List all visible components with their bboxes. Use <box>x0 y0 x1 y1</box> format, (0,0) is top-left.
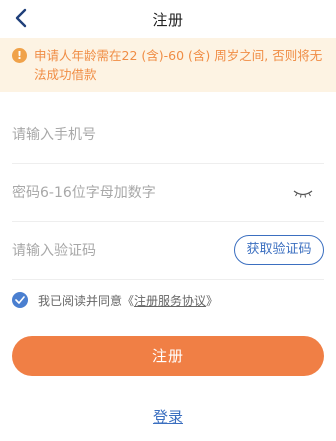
age-notice-banner: ! 申请人年龄需在22 (含)-60 (含) 周岁之间, 否则将无法成功借款 <box>0 38 336 92</box>
agreement-checkbox[interactable] <box>12 292 28 308</box>
phone-field <box>12 106 324 164</box>
page-title: 注册 <box>152 11 184 29</box>
agreement-prefix: 我已阅读并同意《 <box>38 293 135 308</box>
verification-code-input[interactable] <box>12 222 212 279</box>
eye-closed-icon[interactable] <box>292 188 314 200</box>
agreement-row: 我已阅读并同意《 注册服务协议》 <box>12 290 218 310</box>
get-code-button[interactable]: 获取验证码 <box>234 235 324 265</box>
nav-bar: 注册 <box>0 0 336 38</box>
password-input[interactable] <box>12 164 212 221</box>
warning-icon: ! <box>12 48 27 63</box>
register-button[interactable]: 注册 <box>12 336 324 376</box>
agreement-link[interactable]: 注册服务协议 <box>134 292 206 309</box>
checkmark-icon <box>15 296 25 304</box>
password-field <box>12 164 324 222</box>
phone-input[interactable] <box>12 106 212 163</box>
notice-text: 申请人年龄需在22 (含)-60 (含) 周岁之间, 否则将无法成功借款 <box>34 48 323 82</box>
login-row: 登录 <box>0 406 336 427</box>
verification-code-field: 获取验证码 <box>12 222 324 280</box>
login-link[interactable]: 登录 <box>153 408 183 426</box>
agreement-suffix: 》 <box>206 293 219 308</box>
